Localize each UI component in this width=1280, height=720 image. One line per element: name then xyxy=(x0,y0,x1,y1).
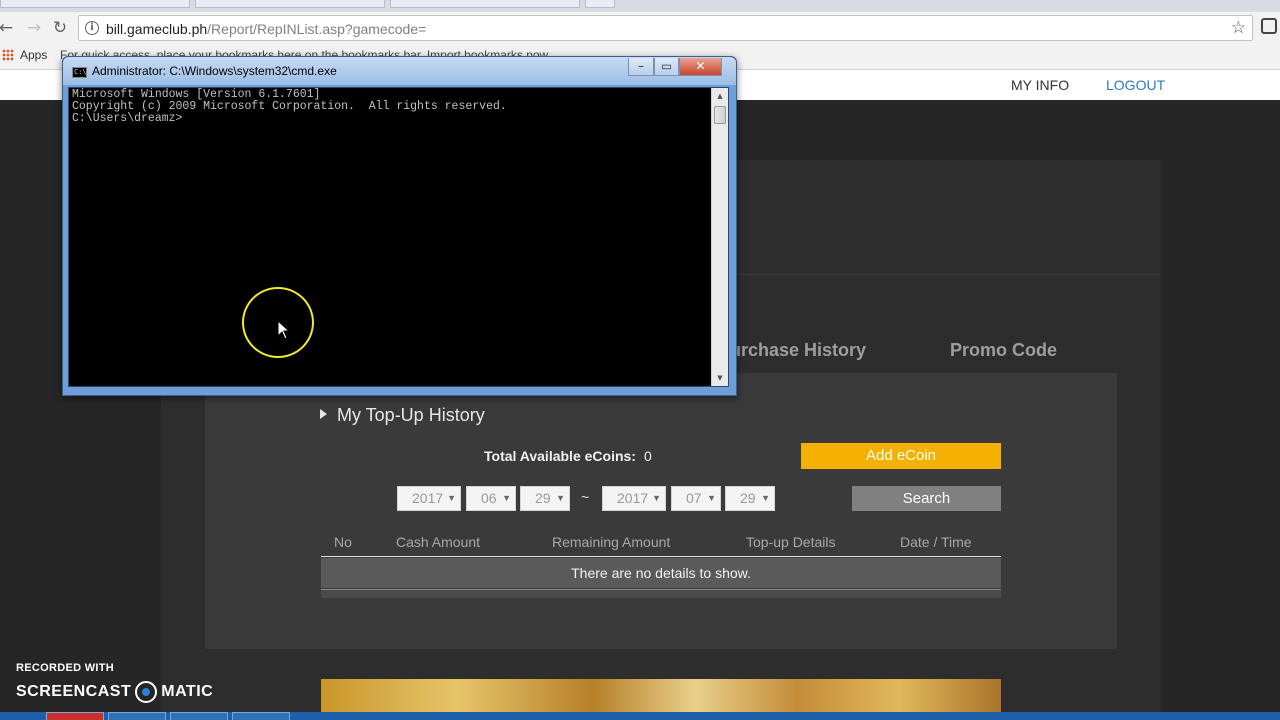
page-info-icon[interactable]: i xyxy=(85,21,99,35)
table-header: No Cash Amount Remaining Amount Top-up D… xyxy=(321,528,1001,557)
to-year-value: 2017 xyxy=(617,490,649,506)
taskbar-app-icon[interactable] xyxy=(170,712,228,720)
table-footer xyxy=(321,589,1001,598)
section-title[interactable]: My Top-Up History xyxy=(320,405,485,426)
browser-extension-icon[interactable] xyxy=(1261,18,1277,34)
search-button[interactable]: Search xyxy=(852,486,1001,511)
column-header: Remaining Amount xyxy=(552,534,671,550)
browser-tab[interactable] xyxy=(195,0,385,8)
taskbar-app-icon[interactable] xyxy=(46,712,104,720)
from-day-select[interactable]: 29 ▼ xyxy=(520,486,570,511)
scroll-thumb[interactable] xyxy=(714,106,726,124)
cmd-scrollbar[interactable]: ▲ ▼ xyxy=(711,88,728,386)
to-year-select[interactable]: 2017 ▼ xyxy=(602,486,666,511)
watermark-word: MATIC xyxy=(161,683,214,700)
windows-taskbar xyxy=(0,712,1280,720)
close-button[interactable]: ✕ xyxy=(679,58,722,76)
taskbar-app-icon[interactable] xyxy=(108,712,166,720)
my-info-link[interactable]: MY INFO xyxy=(1011,77,1069,93)
from-month-value: 06 xyxy=(481,490,497,506)
dropdown-arrow-icon: ▼ xyxy=(707,493,716,503)
cmd-titlebar[interactable]: C:\ Administrator: C:\Windows\system32\c… xyxy=(63,57,736,85)
minimize-button[interactable]: – xyxy=(628,58,654,76)
from-month-select[interactable]: 06 ▼ xyxy=(466,486,516,511)
from-year-value: 2017 xyxy=(412,490,444,506)
to-day-value: 29 xyxy=(740,490,756,506)
cmd-window[interactable]: C:\ Administrator: C:\Windows\system32\c… xyxy=(62,56,737,396)
watermark-recorded-with: RECORDED WITH xyxy=(16,662,115,674)
cmd-window-title: Administrator: C:\Windows\system32\cmd.e… xyxy=(92,64,337,78)
caret-right-icon xyxy=(320,409,327,419)
url-host: bill.gameclub.ph xyxy=(106,21,208,37)
from-year-select[interactable]: 2017 ▼ xyxy=(397,486,461,511)
screencast-o-matic-logo: SCREENCAST MATIC xyxy=(16,681,214,703)
section-title-text: My Top-Up History xyxy=(337,405,485,425)
new-tab-button[interactable] xyxy=(585,0,615,8)
column-header: Cash Amount xyxy=(396,534,481,550)
from-day-value: 29 xyxy=(535,490,551,506)
cmd-console-icon: C:\ xyxy=(72,67,87,78)
watermark-word: SCREENCAST xyxy=(16,683,132,700)
taskbar-app-icon[interactable] xyxy=(232,712,290,720)
to-day-select[interactable]: 29 ▼ xyxy=(725,486,775,511)
column-header: Date / Time xyxy=(900,534,972,550)
browser-tab[interactable] xyxy=(390,0,580,8)
reload-icon[interactable]: ↻ xyxy=(50,17,70,39)
url-text[interactable]: bill.gameclub.ph/Report/RepINList.asp?ga… xyxy=(106,21,426,37)
apps-grid-icon[interactable] xyxy=(2,49,14,61)
scroll-up-arrow-icon[interactable]: ▲ xyxy=(712,88,728,104)
cmd-console[interactable]: Microsoft Windows [Version 6.1.7601] Copy… xyxy=(68,87,729,387)
dropdown-arrow-icon: ▼ xyxy=(447,493,456,503)
logout-link[interactable]: LOGOUT xyxy=(1106,77,1165,93)
table-empty-message: There are no details to show. xyxy=(321,558,1001,588)
browser-tabstrip xyxy=(0,0,1280,12)
promo-banner-image[interactable] xyxy=(321,679,1001,712)
ecoins-label: Total Available eCoins: xyxy=(484,448,636,464)
forward-arrow-icon[interactable]: → xyxy=(24,17,44,39)
bookmark-star-icon[interactable]: ☆ xyxy=(1231,18,1246,38)
apps-bookmark[interactable]: Apps xyxy=(20,48,47,62)
to-month-select[interactable]: 07 ▼ xyxy=(671,486,721,511)
address-bar[interactable]: i bill.gameclub.ph/Report/RepINList.asp?… xyxy=(78,15,1253,41)
url-path: /Report/RepINList.asp?gamecode= xyxy=(207,21,427,37)
dropdown-arrow-icon: ▼ xyxy=(556,493,565,503)
cmd-output: Microsoft Windows [Version 6.1.7601] Copy… xyxy=(72,89,507,125)
add-ecoin-button[interactable]: Add eCoin xyxy=(801,443,1001,469)
dropdown-arrow-icon: ▼ xyxy=(652,493,661,503)
column-header: Top-up Details xyxy=(746,534,836,550)
column-header: No xyxy=(334,534,352,550)
back-arrow-icon[interactable]: ← xyxy=(0,17,16,39)
scroll-down-arrow-icon[interactable]: ▼ xyxy=(712,370,728,386)
dropdown-arrow-icon: ▼ xyxy=(502,493,511,503)
cmd-prompt[interactable]: C:\Users\dreamz> xyxy=(72,113,507,125)
to-month-value: 07 xyxy=(686,490,702,506)
tab-purchase-history[interactable]: urchase History xyxy=(730,340,866,361)
tab-promo-code[interactable]: Promo Code xyxy=(950,340,1057,361)
date-range-separator: ~ xyxy=(581,489,590,505)
ecoins-value: 0 xyxy=(644,448,652,464)
browser-tab[interactable] xyxy=(0,0,190,8)
maximize-button[interactable]: ▭ xyxy=(654,58,679,76)
browser-toolbar: ← → ↻ i bill.gameclub.ph/Report/RepINLis… xyxy=(0,12,1280,44)
screencast-logo-icon xyxy=(135,681,158,703)
dropdown-arrow-icon: ▼ xyxy=(761,493,770,503)
